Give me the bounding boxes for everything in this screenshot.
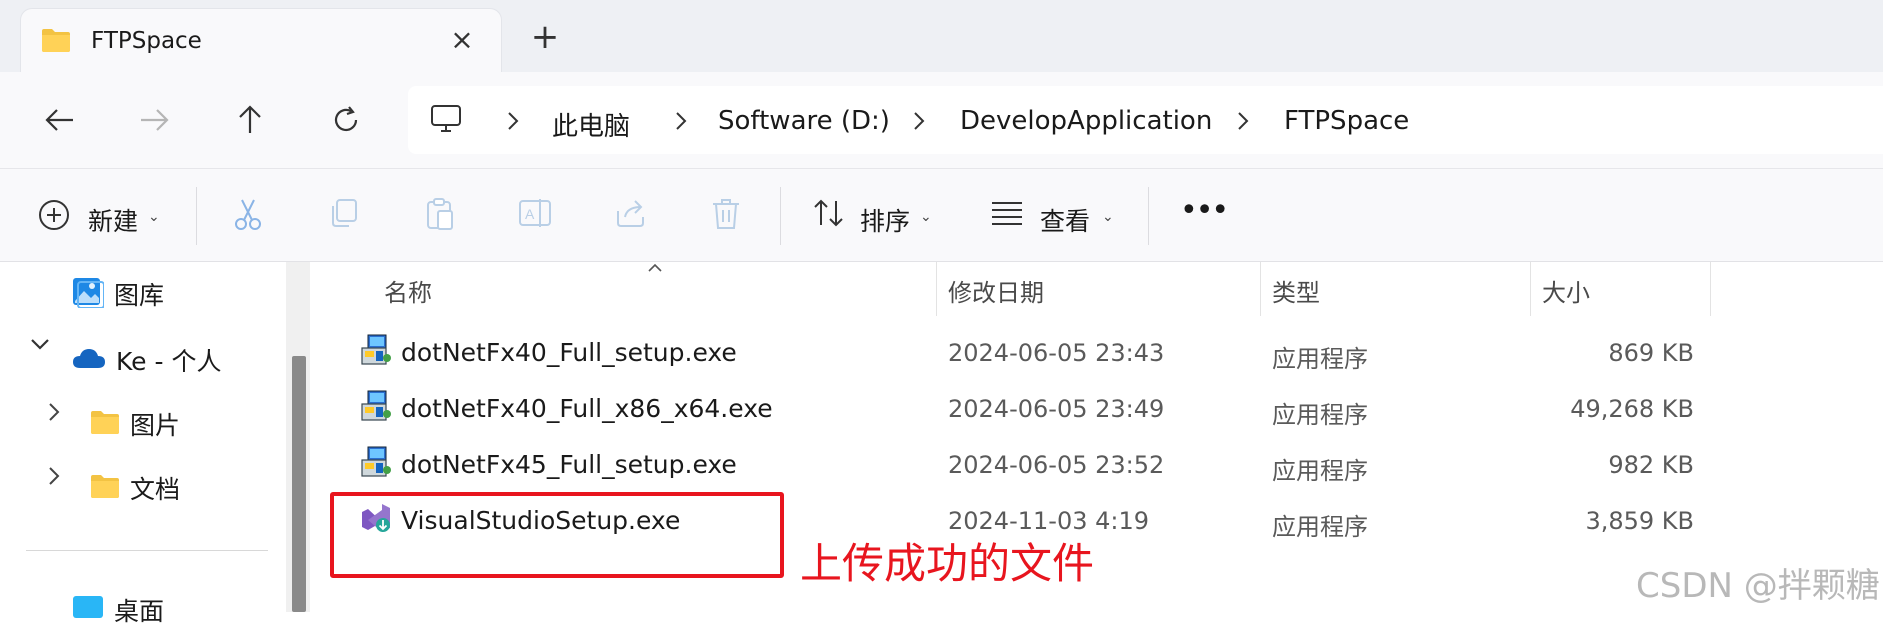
- file-modified-date: 2024-06-05 23:52: [948, 451, 1165, 479]
- file-size: 869 KB: [1608, 339, 1694, 367]
- sidebar-item-gallery[interactable]: 图库: [72, 272, 164, 316]
- chevron-right-icon[interactable]: [912, 110, 930, 132]
- sidebar-item-label: 桌面: [114, 597, 165, 626]
- file-type: 应用程序: [1272, 345, 1368, 373]
- breadcrumb-this-pc[interactable]: 此电脑: [552, 106, 630, 143]
- sidebar-item-desktop[interactable]: 桌面: [72, 588, 164, 632]
- paste-icon[interactable]: [424, 197, 460, 233]
- svg-text:A: A: [525, 206, 535, 222]
- watermark: CSDN @拌颗糖: [1636, 566, 1880, 606]
- file-size: 49,268 KB: [1570, 395, 1694, 423]
- share-icon[interactable]: [614, 197, 650, 233]
- new-button[interactable]: 新建: [88, 202, 138, 238]
- file-type: 应用程序: [1272, 401, 1368, 429]
- toolbar-divider: [196, 187, 197, 245]
- column-header-name[interactable]: 名称: [384, 273, 432, 308]
- sort-icon[interactable]: [812, 197, 848, 233]
- file-modified-date: 2024-06-05 23:49: [948, 395, 1165, 423]
- sidebar-scrollbar-thumb[interactable]: [292, 356, 306, 612]
- chevron-down-icon[interactable]: ⌄: [1102, 209, 1114, 225]
- copy-icon[interactable]: [328, 197, 364, 233]
- plus-circle-icon[interactable]: [38, 199, 74, 235]
- command-bar: 新建 ⌄ A 排序 ⌄ 查看 ⌄ •••: [0, 168, 1883, 262]
- installer-icon: [360, 390, 392, 422]
- tab-title: FTPSpace: [91, 28, 202, 54]
- installer-icon: [360, 446, 392, 478]
- sidebar-item-label: 图库: [114, 281, 165, 310]
- navigation-pane: 图库 Ke - 个人 图片 文档 桌面: [0, 262, 290, 626]
- folder-icon: [41, 27, 71, 57]
- view-button[interactable]: 查看: [1040, 202, 1090, 238]
- sidebar-item-pictures[interactable]: 图片: [90, 402, 180, 446]
- scissors-icon[interactable]: [232, 197, 268, 233]
- chevron-down-icon[interactable]: ⌄: [920, 209, 932, 225]
- file-type: 应用程序: [1272, 457, 1368, 485]
- folder-icon: [90, 473, 120, 503]
- breadcrumb-developapplication[interactable]: DevelopApplication: [960, 106, 1212, 136]
- gallery-icon: [72, 276, 105, 312]
- highlight-box: [330, 492, 784, 578]
- folder-icon: [90, 409, 120, 439]
- chevron-right-icon[interactable]: [48, 402, 60, 427]
- file-size: 982 KB: [1608, 451, 1694, 479]
- file-type: 应用程序: [1272, 513, 1368, 541]
- sidebar-item-label: 文档: [130, 475, 181, 504]
- breadcrumb-ftpspace[interactable]: FTPSpace: [1284, 106, 1409, 136]
- file-size: 3,859 KB: [1585, 507, 1694, 535]
- column-divider[interactable]: [1260, 262, 1261, 316]
- tab-strip: FTPSpace × +: [0, 0, 1883, 73]
- arrow-left-icon[interactable]: [36, 96, 84, 144]
- sort-indicator-icon: [647, 258, 663, 277]
- navigation-bar: 此电脑 Software (D:) DevelopApplication FTP…: [0, 72, 1883, 168]
- sidebar-item-documents[interactable]: 文档: [90, 466, 180, 510]
- column-divider[interactable]: [936, 262, 937, 316]
- address-bar[interactable]: 此电脑 Software (D:) DevelopApplication FTP…: [408, 86, 1883, 154]
- sidebar-item-label: 图片: [130, 411, 181, 440]
- installer-icon: [360, 334, 392, 366]
- column-header-type[interactable]: 类型: [1272, 273, 1320, 308]
- desktop-icon: [72, 594, 104, 626]
- plus-icon[interactable]: +: [528, 20, 562, 54]
- sidebar-item-label: Ke - 个人: [116, 347, 222, 376]
- arrow-right-icon[interactable]: [130, 96, 178, 144]
- file-name[interactable]: dotNetFx45_Full_setup.exe: [401, 450, 737, 479]
- column-divider[interactable]: [1530, 262, 1531, 316]
- chevron-down-icon[interactable]: ⌄: [148, 209, 160, 225]
- toolbar-divider: [780, 187, 781, 245]
- sort-button[interactable]: 排序: [860, 202, 910, 238]
- sidebar-divider: [26, 550, 268, 551]
- view-list-icon[interactable]: [990, 197, 1026, 233]
- breadcrumb-software-drive[interactable]: Software (D:): [718, 106, 890, 136]
- column-header-date[interactable]: 修改日期: [948, 273, 1044, 308]
- onedrive-cloud-icon: [72, 346, 106, 374]
- chevron-down-icon[interactable]: [30, 332, 50, 356]
- trash-icon[interactable]: [710, 197, 746, 233]
- monitor-icon[interactable]: [430, 104, 462, 138]
- chevron-right-icon[interactable]: [1236, 110, 1254, 132]
- toolbar-divider: [1148, 187, 1149, 245]
- column-header-size[interactable]: 大小: [1542, 273, 1590, 308]
- column-divider[interactable]: [1710, 262, 1711, 316]
- refresh-icon[interactable]: [322, 96, 370, 144]
- arrow-up-icon[interactable]: [226, 96, 274, 144]
- file-name[interactable]: dotNetFx40_Full_setup.exe: [401, 338, 737, 367]
- tab-ftpspace[interactable]: FTPSpace ×: [20, 8, 502, 73]
- annotation-text: 上传成功的文件: [800, 539, 1095, 588]
- chevron-right-icon[interactable]: [48, 466, 60, 491]
- more-options-button[interactable]: •••: [1180, 193, 1229, 228]
- file-modified-date: 2024-06-05 23:43: [948, 339, 1165, 367]
- chevron-right-icon[interactable]: [506, 110, 524, 132]
- file-name[interactable]: dotNetFx40_Full_x86_x64.exe: [401, 394, 773, 423]
- chevron-right-icon[interactable]: [674, 110, 692, 132]
- sidebar-item-onedrive[interactable]: Ke - 个人: [72, 338, 221, 382]
- rename-icon[interactable]: A: [518, 197, 554, 233]
- close-icon[interactable]: ×: [445, 23, 479, 57]
